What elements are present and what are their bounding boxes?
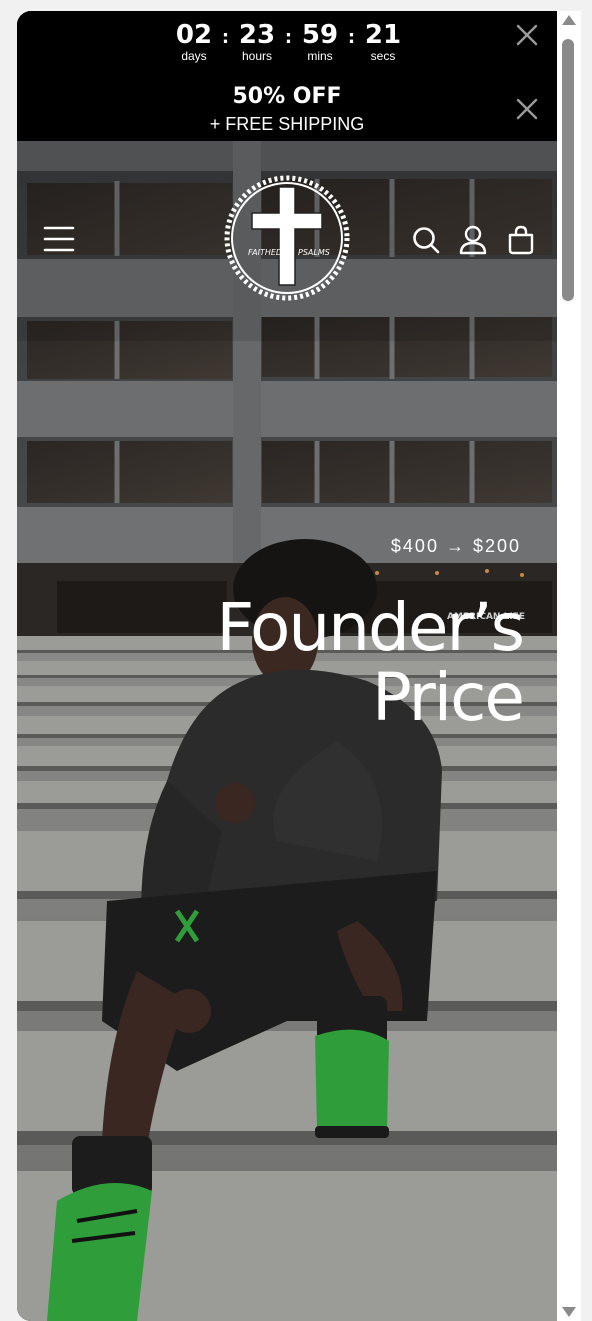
close-promo-button[interactable] <box>515 97 539 121</box>
hamburger-menu-icon <box>43 226 75 252</box>
close-countdown-button[interactable] <box>515 23 539 47</box>
hero-headline: Founder’s Price <box>216 589 525 736</box>
cart-button[interactable] <box>507 225 535 255</box>
close-icon <box>516 24 538 46</box>
account-button[interactable] <box>459 225 487 255</box>
page-frame: 02 days : 23 hours : 59 mins : 21 secs 5… <box>17 11 557 1321</box>
shopping-bag-icon <box>508 225 534 255</box>
separator: : <box>347 27 356 48</box>
brand-logo[interactable]: FAITHED PSALMS <box>222 173 352 303</box>
menu-button[interactable] <box>43 225 75 253</box>
countdown-mins: 59 mins <box>298 21 342 62</box>
promo-title: 50% OFF <box>232 84 342 109</box>
countdown-hours: 23 hours <box>235 21 279 62</box>
scroll-down-arrow-icon[interactable] <box>562 1307 576 1317</box>
logo-text-right: PSALMS <box>298 248 330 257</box>
days-value: 02 <box>175 20 213 50</box>
user-icon <box>459 225 487 255</box>
countdown-bar: 02 days : 23 hours : 59 mins : 21 secs <box>17 11 557 75</box>
mins-label: mins <box>307 49 333 63</box>
site-header: FAITHED PSALMS <box>17 141 557 341</box>
logo-text-left: FAITHED <box>248 248 282 257</box>
headline-line-1: Founder’s <box>216 589 525 666</box>
hours-label: hours <box>241 49 273 63</box>
close-icon <box>516 98 538 120</box>
search-button[interactable] <box>412 226 440 254</box>
separator: : <box>221 27 230 48</box>
scrollbar-thumb[interactable] <box>562 39 574 301</box>
scroll-up-arrow-icon[interactable] <box>562 15 576 25</box>
secs-label: secs <box>370 49 396 63</box>
promo-subtitle: + FREE SHIPPING <box>209 114 365 134</box>
countdown-timer: 02 days : 23 hours : 59 mins : 21 secs <box>172 21 405 62</box>
mins-value: 59 <box>301 20 339 50</box>
promo-bar: 50% OFF + FREE SHIPPING <box>17 75 557 141</box>
search-icon <box>413 227 440 254</box>
vertical-scrollbar[interactable] <box>557 11 581 1321</box>
countdown-secs: 21 secs <box>361 21 405 62</box>
price-comparison: $400 → $200 <box>390 536 521 556</box>
separator: : <box>284 27 293 48</box>
secs-value: 21 <box>364 20 402 50</box>
headline-line-2: Price <box>371 659 525 736</box>
countdown-days: 02 days <box>172 21 216 62</box>
hours-value: 23 <box>238 20 276 50</box>
days-label: days <box>181 49 207 63</box>
